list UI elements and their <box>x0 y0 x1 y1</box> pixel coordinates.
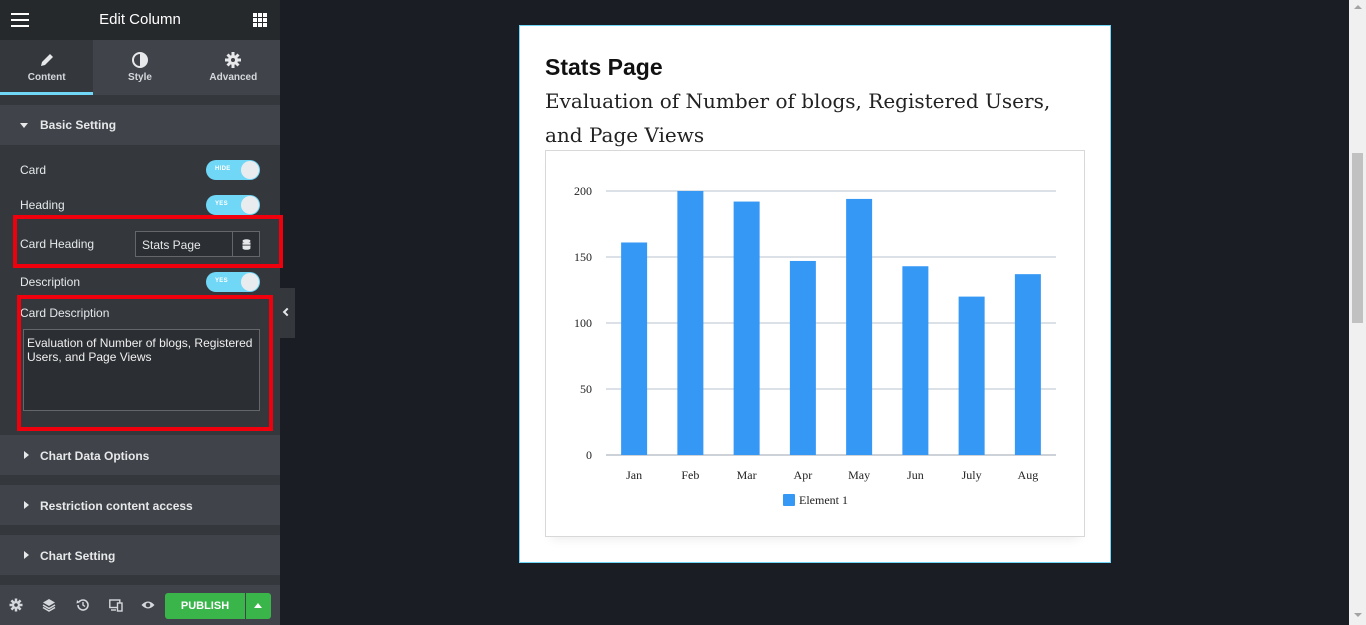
x-tick-label: July <box>962 468 982 482</box>
tab-advanced-label: Advanced <box>209 72 258 83</box>
responsive-mode-icon[interactable] <box>109 598 123 612</box>
history-icon[interactable] <box>76 598 90 612</box>
card-toggle-text: HIDE <box>215 166 231 172</box>
y-tick-label: 200 <box>574 184 592 198</box>
section-label: Chart Setting <box>40 549 116 563</box>
x-tick-label: Mar <box>737 468 757 482</box>
publish-options-button[interactable] <box>246 593 271 619</box>
section-label: Chart Data Options <box>40 449 150 463</box>
caret-right-icon <box>24 551 29 559</box>
tab-advanced[interactable]: Advanced <box>187 40 280 95</box>
tab-style-label: Style <box>128 72 152 83</box>
toggle-knob <box>241 161 259 179</box>
bar-jan <box>621 242 648 455</box>
heading-toggle[interactable]: YES <box>206 195 260 215</box>
bar-aug <box>1014 274 1041 455</box>
pencil-icon <box>40 54 53 66</box>
card-description-label: Card Description <box>20 306 110 320</box>
card-heading-input[interactable]: Stats Page <box>135 231 233 257</box>
bar-apr <box>789 260 816 455</box>
y-tick-label: 150 <box>574 250 592 264</box>
x-tick-label: May <box>848 468 870 482</box>
card-toggle[interactable]: HIDE <box>206 160 260 180</box>
panel-collapse-handle[interactable] <box>280 288 295 338</box>
bar-july <box>958 296 985 455</box>
card-heading-label: Card Heading <box>20 237 95 251</box>
card-label: Card <box>20 163 47 177</box>
caret-down-icon <box>20 123 28 128</box>
x-tick-label: Apr <box>794 468 813 482</box>
bar-chart: 0 50 100 150 200 Jan Feb Mar Apr May Jun July Aug Ele… <box>545 150 1085 537</box>
chevron-left-icon <box>282 307 292 317</box>
preview-eye-icon[interactable] <box>141 598 155 612</box>
publish-button[interactable]: PUBLISH <box>165 593 245 619</box>
y-tick-label: 100 <box>574 316 592 330</box>
bar-mar <box>733 201 760 455</box>
legend-label: Element 1 <box>799 493 848 507</box>
y-tick-label: 50 <box>580 382 592 396</box>
tab-content-label: Content <box>27 72 66 83</box>
legend-swatch <box>783 494 795 506</box>
widgets-grid-icon[interactable] <box>253 13 267 27</box>
scroll-thumb[interactable] <box>1352 153 1363 323</box>
panel-title: Edit Column <box>99 11 181 28</box>
section-chart-data-options[interactable]: Chart Data Options <box>0 435 280 475</box>
description-toggle-text: YES <box>215 278 228 284</box>
bar-jun <box>902 266 929 455</box>
x-tick-label: Jun <box>907 468 924 482</box>
section-label: Restriction content access <box>40 499 193 513</box>
scroll-down-arrow-icon[interactable] <box>1354 613 1362 617</box>
toggle-knob <box>241 196 259 214</box>
heading-toggle-text: YES <box>215 201 228 207</box>
section-restriction-content-access[interactable]: Restriction content access <box>0 485 280 525</box>
settings-gear-icon[interactable] <box>9 598 23 612</box>
layers-icon[interactable] <box>42 598 56 612</box>
caret-right-icon <box>24 501 29 509</box>
scroll-up-arrow-icon[interactable] <box>1354 5 1362 9</box>
card-description-textarea[interactable]: Evaluation of Number of blogs, Registere… <box>23 329 260 411</box>
section-basic-setting-label: Basic Setting <box>40 118 117 132</box>
editor-panel: Edit Column Content Style Advanced Basic… <box>0 0 280 625</box>
x-tick-label: Aug <box>1018 468 1039 482</box>
heading-label: Heading <box>20 198 65 212</box>
panel-footer: PUBLISH <box>0 585 280 625</box>
caret-up-icon <box>254 603 262 608</box>
page-scrollbar[interactable] <box>1349 0 1366 625</box>
section-chart-setting[interactable]: Chart Setting <box>0 535 280 575</box>
panel-tabs: Content Style Advanced <box>0 40 280 95</box>
section-basic-setting[interactable]: Basic Setting <box>0 105 280 145</box>
caret-right-icon <box>24 451 29 459</box>
y-tick-label: 0 <box>586 448 592 462</box>
x-tick-label: Jan <box>626 468 642 482</box>
description-toggle[interactable]: YES <box>206 272 260 292</box>
panel-header: Edit Column <box>0 0 280 40</box>
card-heading: Stats Page <box>545 54 663 80</box>
chart-svg: 0 50 100 150 200 Jan Feb Mar Apr May Jun July Aug Ele… <box>574 184 1056 507</box>
x-tick-label: Feb <box>681 468 699 482</box>
bar-may <box>846 198 873 456</box>
gear-icon <box>225 52 242 68</box>
database-icon <box>242 239 251 250</box>
tab-style[interactable]: Style <box>93 40 186 95</box>
stats-card: Stats Page Evaluation of Number of blogs… <box>519 25 1111 563</box>
toggle-knob <box>241 273 259 291</box>
card-description: Evaluation of Number of blogs, Registere… <box>545 89 1051 147</box>
dynamic-tags-button[interactable] <box>232 231 260 257</box>
description-label: Description <box>20 275 81 289</box>
tab-content[interactable]: Content <box>0 40 94 95</box>
half-circle-icon <box>131 52 148 68</box>
bar-feb <box>677 191 704 455</box>
